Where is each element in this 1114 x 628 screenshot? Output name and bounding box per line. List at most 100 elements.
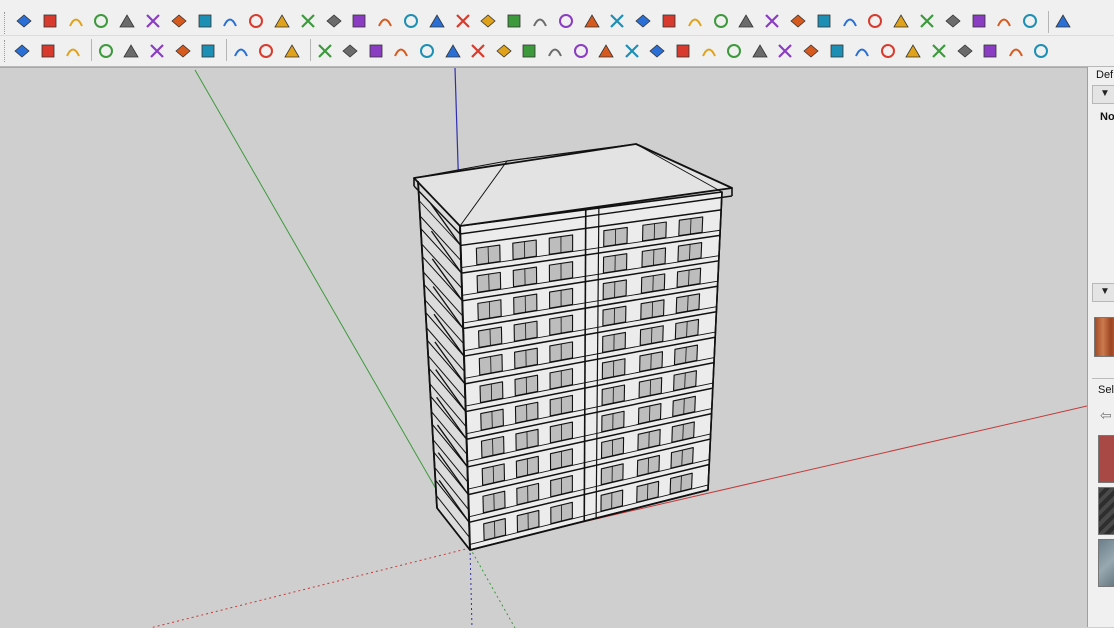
shape-icon[interactable]	[195, 11, 215, 31]
wall-icon[interactable]	[724, 41, 744, 61]
grid-icon[interactable]	[865, 11, 885, 31]
extrude-icon[interactable]	[366, 41, 386, 61]
roof-icon[interactable]	[955, 41, 975, 61]
stairs-icon[interactable]	[750, 41, 770, 61]
rail-icon[interactable]	[827, 41, 847, 61]
axes-icon[interactable]	[478, 11, 498, 31]
select-icon[interactable]	[14, 11, 34, 31]
eraser-icon[interactable]	[91, 11, 111, 31]
beam-icon[interactable]	[980, 41, 1000, 61]
material-swatch-red[interactable]	[1098, 435, 1114, 483]
bezier-icon[interactable]	[340, 41, 360, 61]
sandbox-icon[interactable]	[659, 11, 679, 31]
fence-icon[interactable]	[903, 41, 923, 61]
arc-2-icon[interactable]	[545, 41, 565, 61]
green-axis-negative	[470, 548, 515, 628]
arc-icon[interactable]	[169, 11, 189, 31]
upload-icon[interactable]	[198, 41, 218, 61]
grid-2-icon[interactable]	[891, 11, 911, 31]
texture-icon[interactable]	[173, 41, 193, 61]
scale-icon[interactable]	[349, 11, 369, 31]
subtract-icon[interactable]	[736, 11, 756, 31]
material-preview-swatch[interactable]	[1094, 317, 1114, 357]
rectangle-icon[interactable]	[117, 11, 137, 31]
explode-icon[interactable]	[943, 11, 963, 31]
cut-icon[interactable]	[391, 41, 411, 61]
column-icon[interactable]	[775, 41, 795, 61]
twist-icon[interactable]	[519, 41, 539, 61]
rotate-icon[interactable]	[324, 11, 344, 31]
group-icon[interactable]	[994, 11, 1014, 31]
orbit-icon[interactable]	[530, 11, 550, 31]
modeling-viewport[interactable]	[0, 67, 1087, 628]
door-icon[interactable]	[1031, 41, 1051, 61]
follow-path-icon[interactable]	[315, 41, 335, 61]
move-icon[interactable]	[298, 11, 318, 31]
component-icon[interactable]	[40, 11, 60, 31]
toolbar-separator	[310, 39, 311, 61]
undo-icon[interactable]	[633, 11, 653, 31]
offset-icon[interactable]	[272, 11, 292, 31]
message-icon[interactable]	[256, 41, 276, 61]
dimension-icon[interactable]	[401, 11, 421, 31]
paint-bucket-icon[interactable]	[66, 11, 86, 31]
sphere-icon[interactable]	[494, 41, 514, 61]
toolbar-separator	[91, 39, 92, 61]
materials-collapse[interactable]: ▼	[1092, 283, 1114, 302]
truss-icon[interactable]	[929, 41, 949, 61]
trim-icon[interactable]	[762, 11, 782, 31]
tape-measure-icon[interactable]	[375, 11, 395, 31]
toolbar-row-2-icons	[0, 36, 1090, 66]
material-swatch-stone[interactable]	[1098, 487, 1114, 535]
chamfer-icon[interactable]	[596, 41, 616, 61]
zoom-icon[interactable]	[582, 11, 602, 31]
push-pull-icon[interactable]	[220, 11, 240, 31]
skew-icon[interactable]	[647, 41, 667, 61]
collapse-arrow-icon: ▼	[1100, 286, 1110, 297]
grid-3-icon[interactable]	[917, 11, 937, 31]
toolbar-grip[interactable]	[4, 40, 8, 62]
split-icon[interactable]	[788, 11, 808, 31]
loft-icon[interactable]	[443, 41, 463, 61]
apartment-building-model[interactable]	[414, 144, 732, 550]
scene-canvas[interactable]	[0, 68, 1087, 628]
material-swatch-blue-grey[interactable]	[1098, 539, 1114, 587]
curve-icon[interactable]	[969, 11, 989, 31]
fillet-icon[interactable]	[571, 41, 591, 61]
angle-icon[interactable]	[622, 41, 642, 61]
soften-icon[interactable]	[417, 41, 437, 61]
slab-icon[interactable]	[878, 41, 898, 61]
pan-icon[interactable]	[556, 11, 576, 31]
follow-me-icon[interactable]	[246, 11, 266, 31]
text-icon[interactable]	[453, 11, 473, 31]
layers-icon[interactable]	[63, 41, 83, 61]
tree-icon[interactable]	[121, 41, 141, 61]
select-tab-label[interactable]: Sele	[1098, 384, 1114, 396]
red-axis-negative	[150, 548, 470, 628]
extension-icon[interactable]	[1053, 11, 1073, 31]
solid-tools-icon[interactable]	[840, 11, 860, 31]
shadows-icon[interactable]	[147, 41, 167, 61]
add-location-icon[interactable]	[96, 41, 116, 61]
entity-info-collapse[interactable]: ▼	[1092, 85, 1114, 104]
refresh-icon[interactable]	[38, 41, 58, 61]
info-icon[interactable]	[282, 41, 302, 61]
union-icon[interactable]	[711, 11, 731, 31]
toolbar-grip[interactable]	[4, 12, 8, 34]
intersect-icon[interactable]	[685, 11, 705, 31]
warehouse-icon[interactable]	[1020, 11, 1040, 31]
back-arrow-icon[interactable]: ⇦	[1100, 407, 1112, 424]
line-icon[interactable]	[143, 11, 163, 31]
protractor-icon[interactable]	[427, 11, 447, 31]
zoom-extents-icon[interactable]	[607, 11, 627, 31]
settings-gear-icon[interactable]	[231, 41, 251, 61]
outer-shell-icon[interactable]	[814, 11, 834, 31]
joint-icon[interactable]	[699, 41, 719, 61]
3d-text-icon[interactable]	[504, 11, 524, 31]
grip-icon[interactable]	[801, 41, 821, 61]
model-info-icon[interactable]	[12, 41, 32, 61]
bevel-icon[interactable]	[673, 41, 693, 61]
panel-icon[interactable]	[1006, 41, 1026, 61]
weld-icon[interactable]	[852, 41, 872, 61]
curve-2-icon[interactable]	[468, 41, 488, 61]
